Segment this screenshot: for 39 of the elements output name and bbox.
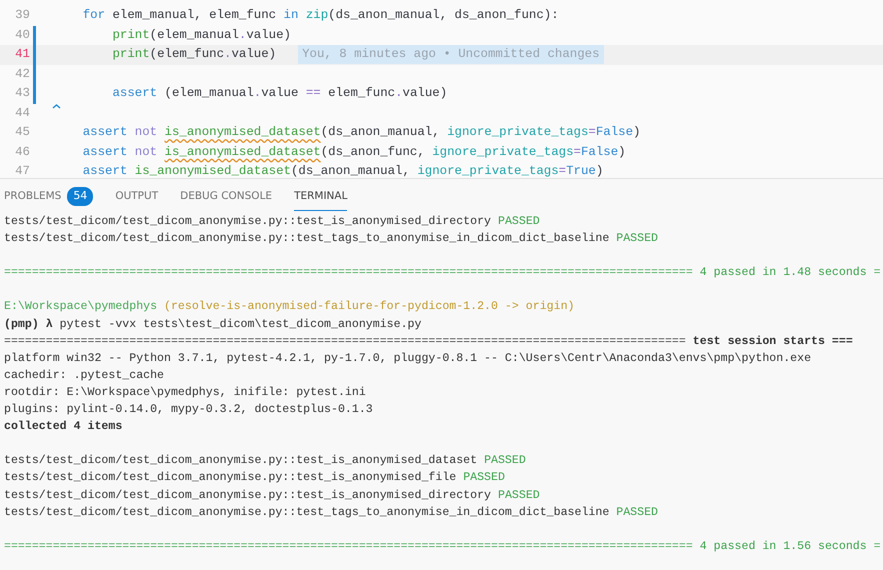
line-number: 45 <box>14 124 30 142</box>
deleted-lines-caret-icon[interactable] <box>52 104 61 108</box>
panel-tab[interactable]: PROBLEMS 54 <box>4 179 94 213</box>
line-number: 40 <box>14 26 30 44</box>
code-line: print(elem_func.value) <box>111 46 276 64</box>
terminal-line: (pmp) λ pytest -vvx tests\test_dicom\test_dicom_anonymise.py <box>4 316 422 333</box>
code-line: assert not is_anonymised_dataset(ds_anon_manual, ignore_private_tags=False) <box>82 124 640 142</box>
terminal-line: collected 4 items <box>4 419 124 436</box>
code-line: print(elem_manual.value) <box>111 26 291 44</box>
line-number: 39 <box>14 7 30 24</box>
terminal-line: tests/test_dicom/test_dicom_anonymise.py::test_is_anonymised_directory PASSED <box>4 214 541 230</box>
terminal-line: ================================================================================================== test session starts === <box>4 334 854 350</box>
panel-tab[interactable]: OUTPUT <box>115 180 158 212</box>
terminal-line: cachedir: .pytest_cache <box>4 368 166 384</box>
terminal-line: tests/test_dicom/test_dicom_anonymise.py::test_tags_to_anonymise_in_dicom_dict_baseline PASSED <box>4 504 659 521</box>
code-line: assert (elem_manual.value == elem_func.value) <box>111 85 448 102</box>
line-number: 44 <box>14 104 30 122</box>
line-number: 41 <box>14 46 30 64</box>
count-badge: 54 <box>67 187 94 206</box>
terminal-line: tests/test_dicom/test_dicom_anonymise.py::test_is_anonymised_directory PASSED <box>4 488 541 504</box>
line-number: 43 <box>14 85 30 102</box>
line-number: 42 <box>14 66 30 83</box>
terminal-line: =================================================================================================== 4 passed in 1.48 seconds = <box>4 265 882 282</box>
terminal-line: plugins: pylint-0.14.0, mypy-0.3.2, doctestplus-0.1.3 <box>4 402 374 418</box>
terminal-line: rootdir: E:\Workspace\pymedphys, inifile: pytest.ini <box>4 384 367 401</box>
blame-annotation: You, 8 minutes ago • Uncommitted changes <box>298 45 604 64</box>
terminal-line: tests/test_dicom/test_dicom_anonymise.py::test_is_anonymised_dataset PASSED <box>4 453 527 470</box>
terminal-line: platform win32 -- Python 3.7.1, pytest-4.2.1, py-1.7.0, pluggy-0.8.1 -- C:\Users\Centr\Anaconda3\envs\pmp\python.exe <box>4 350 812 367</box>
terminal-line: tests/test_dicom/test_dicom_anonymise.py::test_tags_to_anonymise_in_dicom_dict_baseline PASSED <box>4 231 659 248</box>
line-number: 46 <box>14 144 30 161</box>
terminal-line: tests/test_dicom/test_dicom_anonymise.py::test_is_anonymised_file PASSED <box>4 470 506 486</box>
panel-tab[interactable]: DEBUG CONSOLE <box>180 180 272 212</box>
code-line: for elem_manual, elem_func in zip(ds_anon_manual, ds_anon_func): <box>82 7 559 24</box>
line-number: 47 <box>14 163 30 178</box>
code-line: assert is_anonymised_dataset(ds_anon_manual, ignore_private_tags=True) <box>82 163 604 178</box>
code-line: assert not is_anonymised_dataset(ds_anon_func, ignore_private_tags=False) <box>82 144 626 161</box>
terminal-line: =================================================================================================== 4 passed in 1.56 seconds = <box>4 538 882 555</box>
panel-tab[interactable]: TERMINAL <box>294 180 348 212</box>
terminal-line: E:\Workspace\pymedphys (resolve-is-anonymised-failure-for-pydicom-1.2.0 -> origin) <box>4 299 576 316</box>
